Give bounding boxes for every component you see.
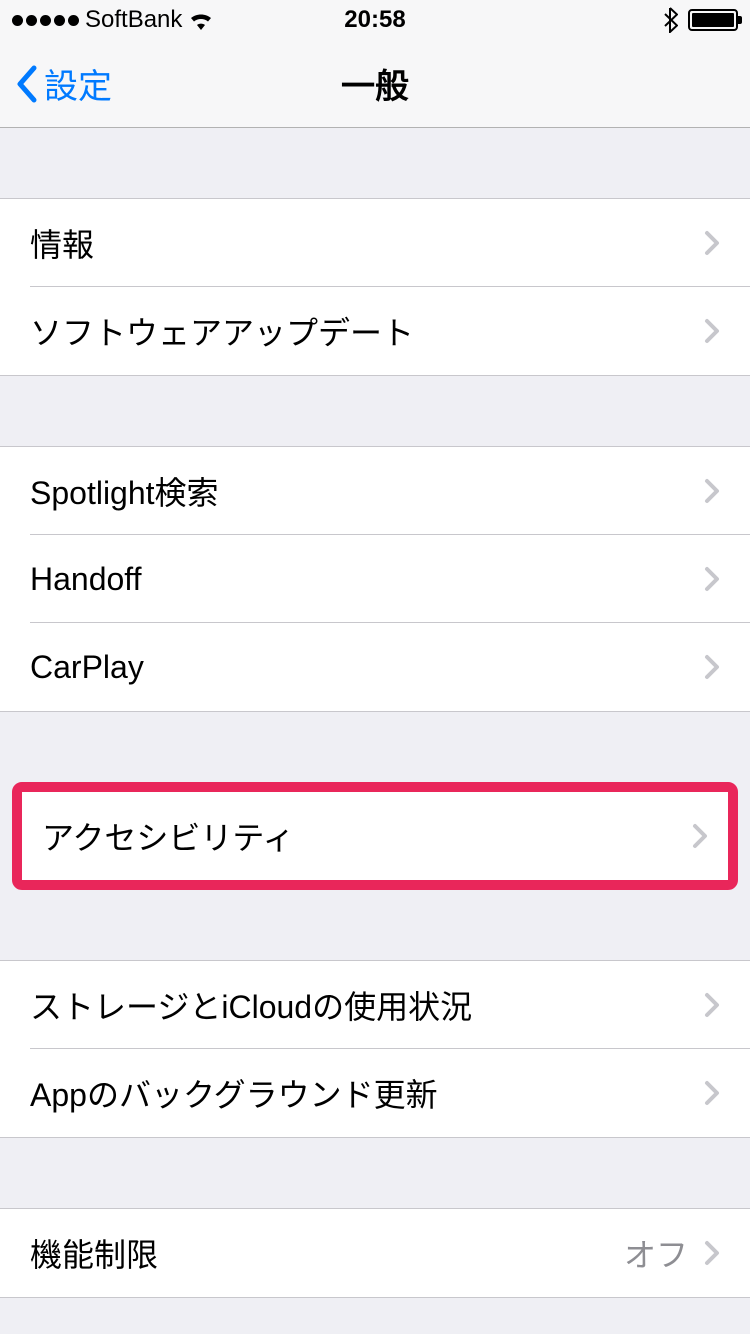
status-bar: SoftBank 20:58: [0, 0, 750, 40]
settings-group-5: 機能制限 オフ: [0, 1208, 750, 1298]
chevron-right-icon: [692, 823, 708, 849]
settings-group-3-highlighted: アクセシビリティ: [12, 782, 738, 890]
chevron-right-icon: [704, 478, 720, 504]
back-label: 設定: [44, 59, 112, 108]
row-software-update[interactable]: ソフトウェアアップデート: [0, 287, 750, 375]
row-value: オフ: [624, 1230, 688, 1276]
chevron-right-icon: [704, 566, 720, 592]
row-label: Appのバックグラウンド更新: [30, 1070, 704, 1116]
row-handoff[interactable]: Handoff: [0, 535, 750, 623]
row-label: アクセシビリティ: [42, 813, 692, 859]
settings-group-1: 情報 ソフトウェアアップデート: [0, 198, 750, 376]
row-carplay[interactable]: CarPlay: [0, 623, 750, 711]
row-spotlight[interactable]: Spotlight検索: [0, 447, 750, 535]
battery-icon: [688, 9, 738, 31]
status-right: [662, 7, 738, 33]
row-label: CarPlay: [30, 649, 704, 686]
settings-group-2: Spotlight検索 Handoff CarPlay: [0, 446, 750, 712]
page-title: 一般: [341, 59, 409, 108]
wifi-icon: [188, 10, 214, 30]
bluetooth-icon: [662, 7, 678, 33]
row-accessibility[interactable]: アクセシビリティ: [22, 792, 728, 880]
signal-strength-icon: [12, 15, 79, 26]
chevron-right-icon: [704, 1240, 720, 1266]
row-restrictions[interactable]: 機能制限 オフ: [0, 1209, 750, 1297]
status-left: SoftBank: [12, 6, 214, 34]
group-spacer: [0, 128, 750, 198]
row-label: 情報: [30, 220, 704, 266]
chevron-right-icon: [704, 318, 720, 344]
nav-bar: 設定 一般: [0, 40, 750, 128]
chevron-right-icon: [704, 1080, 720, 1106]
row-about[interactable]: 情報: [0, 199, 750, 287]
group-spacer: [0, 890, 750, 960]
chevron-right-icon: [704, 654, 720, 680]
row-storage[interactable]: ストレージとiCloudの使用状況: [0, 961, 750, 1049]
status-time: 20:58: [344, 6, 405, 34]
group-spacer: [0, 1138, 750, 1208]
row-background-refresh[interactable]: Appのバックグラウンド更新: [0, 1049, 750, 1137]
group-spacer: [0, 712, 750, 782]
chevron-right-icon: [704, 992, 720, 1018]
settings-group-4: ストレージとiCloudの使用状況 Appのバックグラウンド更新: [0, 960, 750, 1138]
back-button[interactable]: 設定: [0, 40, 112, 127]
row-label: ストレージとiCloudの使用状況: [30, 982, 704, 1028]
row-label: ソフトウェアアップデート: [30, 308, 704, 354]
carrier-label: SoftBank: [85, 6, 182, 34]
chevron-right-icon: [704, 230, 720, 256]
row-label: Spotlight検索: [30, 468, 704, 514]
row-label: 機能制限: [30, 1230, 624, 1276]
row-label: Handoff: [30, 561, 704, 598]
chevron-left-icon: [14, 64, 38, 104]
group-spacer: [0, 376, 750, 446]
